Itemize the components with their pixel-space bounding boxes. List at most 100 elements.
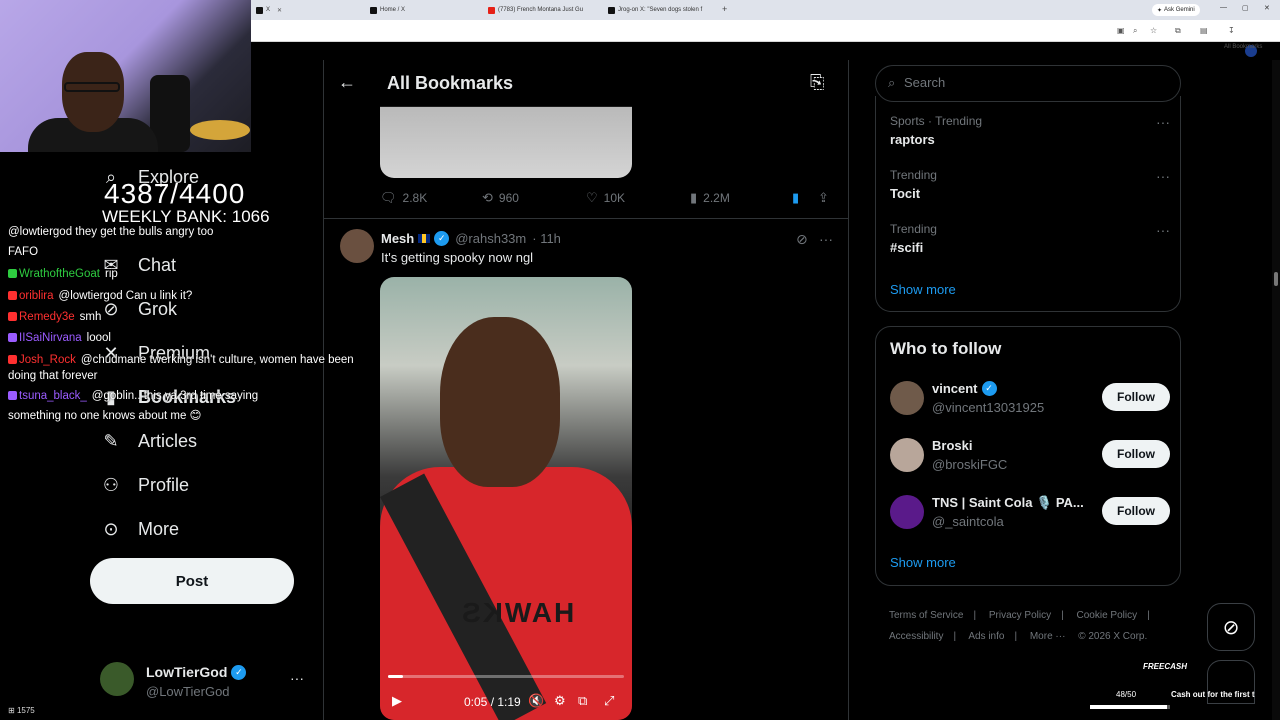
grok-float-button[interactable]: ⊘: [1207, 603, 1255, 651]
show-more-follow-link[interactable]: Show more: [890, 555, 956, 570]
minimize-icon[interactable]: —: [1220, 4, 1227, 11]
more-icon[interactable]: ···: [819, 231, 833, 247]
chat-message: doing that forever: [8, 370, 98, 382]
chat-username[interactable]: tsuna_black_: [19, 390, 87, 402]
browser-tab[interactable]: Jrog-on X: "Seven dogs stolen f: [604, 2, 716, 18]
footer-link[interactable]: Ads info: [968, 631, 1004, 642]
browser-tab[interactable]: (7783) French Montana Just Gu: [484, 2, 596, 18]
webcam-plate: [190, 120, 250, 140]
sidebar-item-articles[interactable]: ✎ Articles: [100, 430, 197, 452]
search-input[interactable]: [904, 75, 1164, 90]
play-icon[interactable]: ▶: [392, 693, 402, 709]
scrollbar-thumb[interactable]: [1274, 272, 1278, 286]
repost-button[interactable]: ⟲ 960: [482, 190, 519, 206]
footer-link[interactable]: Terms of Service: [889, 610, 963, 621]
who-to-follow-title: Who to follow: [890, 339, 1002, 358]
more-icon[interactable]: ···: [1156, 222, 1170, 238]
extension-icon[interactable]: ▣: [1117, 26, 1125, 35]
account-handle: @LowTierGod: [146, 684, 230, 699]
chat-username[interactable]: Josh_Rock: [19, 354, 76, 366]
back-arrow-icon[interactable]: ←: [338, 72, 356, 93]
follow-suggestion[interactable]: vincent ✓ @vincent13031925 Follow: [890, 381, 1170, 421]
chat-username[interactable]: IISaiNirvana: [19, 332, 82, 344]
video-controls: ▶ 0:05 / 1:19 🔇 ⚙ ⧉ ⤢: [380, 687, 632, 717]
footer-link[interactable]: More ···: [1030, 631, 1066, 642]
close-icon[interactable]: ✕: [277, 7, 282, 14]
chat-username[interactable]: WrathoftheGoat: [19, 268, 100, 280]
repost-icon: ⟲: [482, 190, 493, 205]
stream-goal-counter: 4387/4400: [104, 178, 246, 209]
puzzle-icon[interactable]: ⧉: [1175, 26, 1181, 36]
footer-link[interactable]: Accessibility: [889, 631, 943, 642]
chat-username[interactable]: oriblira: [19, 290, 54, 302]
trend-item[interactable]: Trending Tocit ···: [890, 168, 1170, 201]
copyright: © 2026 X Corp.: [1078, 631, 1148, 642]
show-more-trends-link[interactable]: Show more: [890, 282, 956, 297]
account-switcher[interactable]: LowTierGod ✓ @LowTierGod ···: [100, 660, 310, 704]
footer-link[interactable]: Privacy Policy: [989, 610, 1051, 621]
fullscreen-icon[interactable]: ⤢: [604, 693, 614, 709]
video-progress-bar[interactable]: [388, 675, 624, 678]
tweet-author[interactable]: Mesh ✓ @rahsh33m · 11h: [381, 231, 561, 246]
chat-badge-icon: [8, 291, 17, 301]
webcam-person: [62, 52, 124, 132]
previous-tweet-image[interactable]: [380, 106, 632, 178]
download-icon[interactable]: ↧: [1228, 26, 1235, 35]
follow-button[interactable]: Follow: [1102, 497, 1170, 525]
video-player[interactable]: HAWKS ▶ 0:05 / 1:19 🔇 ⚙ ⧉ ⤢: [380, 277, 632, 720]
video-frame: HAWKS: [460, 597, 575, 628]
more-icon[interactable]: ···: [290, 670, 304, 686]
more-icon[interactable]: ···: [1156, 168, 1170, 184]
tweet-time: · 11h: [532, 231, 561, 246]
more-icon[interactable]: ···: [1156, 114, 1170, 130]
trend-item[interactable]: Sports · Trending raptors ···: [890, 114, 1170, 147]
bookmark-add-icon[interactable]: ⎘: [810, 72, 824, 93]
maximize-icon[interactable]: ▢: [1242, 4, 1249, 12]
avatar[interactable]: [340, 229, 374, 263]
search-box[interactable]: ⌕: [875, 65, 1181, 102]
footer-link[interactable]: Cookie Policy: [1077, 610, 1138, 621]
follow-button[interactable]: Follow: [1102, 383, 1170, 411]
browser-tab[interactable]: Home / X: [366, 2, 476, 18]
trends-panel: Sports · Trending raptors ··· Trending T…: [875, 96, 1181, 312]
follow-suggestion[interactable]: TNS | Saint Cola 🎙️ PA... @_saintcola Fo…: [890, 495, 1170, 535]
star-icon[interactable]: ☆: [1150, 26, 1157, 35]
sidebar-item-more[interactable]: ⊙ More: [100, 518, 179, 540]
post-button[interactable]: Post: [90, 558, 294, 604]
follow-suggestion[interactable]: Broski @broskiFGC Follow: [890, 438, 1170, 478]
settings-icon[interactable]: ⚙: [554, 693, 566, 709]
ask-gemini-button[interactable]: ✦ Ask Gemini: [1152, 4, 1200, 16]
views-icon: ▮: [690, 190, 698, 205]
bookmark-button[interactable]: ▮: [792, 190, 799, 206]
youtube-icon: [488, 6, 495, 14]
tab-title: X: [266, 7, 271, 13]
all-bookmarks-folder[interactable]: All Bookmarks: [1224, 44, 1262, 50]
chat-text: @goblin.. this ya 3rd time saying: [91, 390, 259, 402]
chat-message: WrathoftheGoat rip: [8, 268, 118, 280]
sidebar-icon[interactable]: ▤: [1200, 26, 1208, 35]
chat-badge-icon: [8, 312, 17, 322]
who-to-follow-panel: Who to follow vincent ✓ @vincent13031925…: [875, 326, 1181, 586]
new-tab-icon[interactable]: +: [722, 4, 727, 14]
webcam-glasses: [64, 82, 120, 92]
trend-item[interactable]: Trending #scifi ···: [890, 222, 1170, 255]
follow-button[interactable]: Follow: [1102, 440, 1170, 468]
mute-icon[interactable]: 🔇: [528, 693, 544, 709]
share-button[interactable]: ⇪: [818, 190, 829, 206]
sidebar-item-profile[interactable]: ⚇ Profile: [100, 474, 189, 496]
divider: [324, 218, 848, 219]
reply-button[interactable]: 🗨 2.8K: [380, 190, 427, 206]
like-button[interactable]: ♡ 10K: [586, 190, 625, 206]
scrollbar[interactable]: [1272, 60, 1280, 720]
grok-icon[interactable]: ⊘: [796, 231, 808, 248]
pip-icon[interactable]: ⧉: [578, 693, 587, 709]
chat-username[interactable]: Remedy3e: [19, 311, 75, 323]
heart-icon: ♡: [586, 190, 598, 205]
views-button[interactable]: ▮ 2.2M: [690, 190, 730, 206]
browser-tab[interactable]: X ✕: [252, 2, 352, 18]
chat-text: loool: [86, 332, 111, 344]
chat-text: @lowtiergod they get the bulls angry too: [8, 226, 214, 238]
close-window-icon[interactable]: ✕: [1264, 4, 1270, 12]
zoom-icon[interactable]: ⌕: [1133, 26, 1137, 36]
chat-message: Remedy3e smh: [8, 311, 101, 323]
